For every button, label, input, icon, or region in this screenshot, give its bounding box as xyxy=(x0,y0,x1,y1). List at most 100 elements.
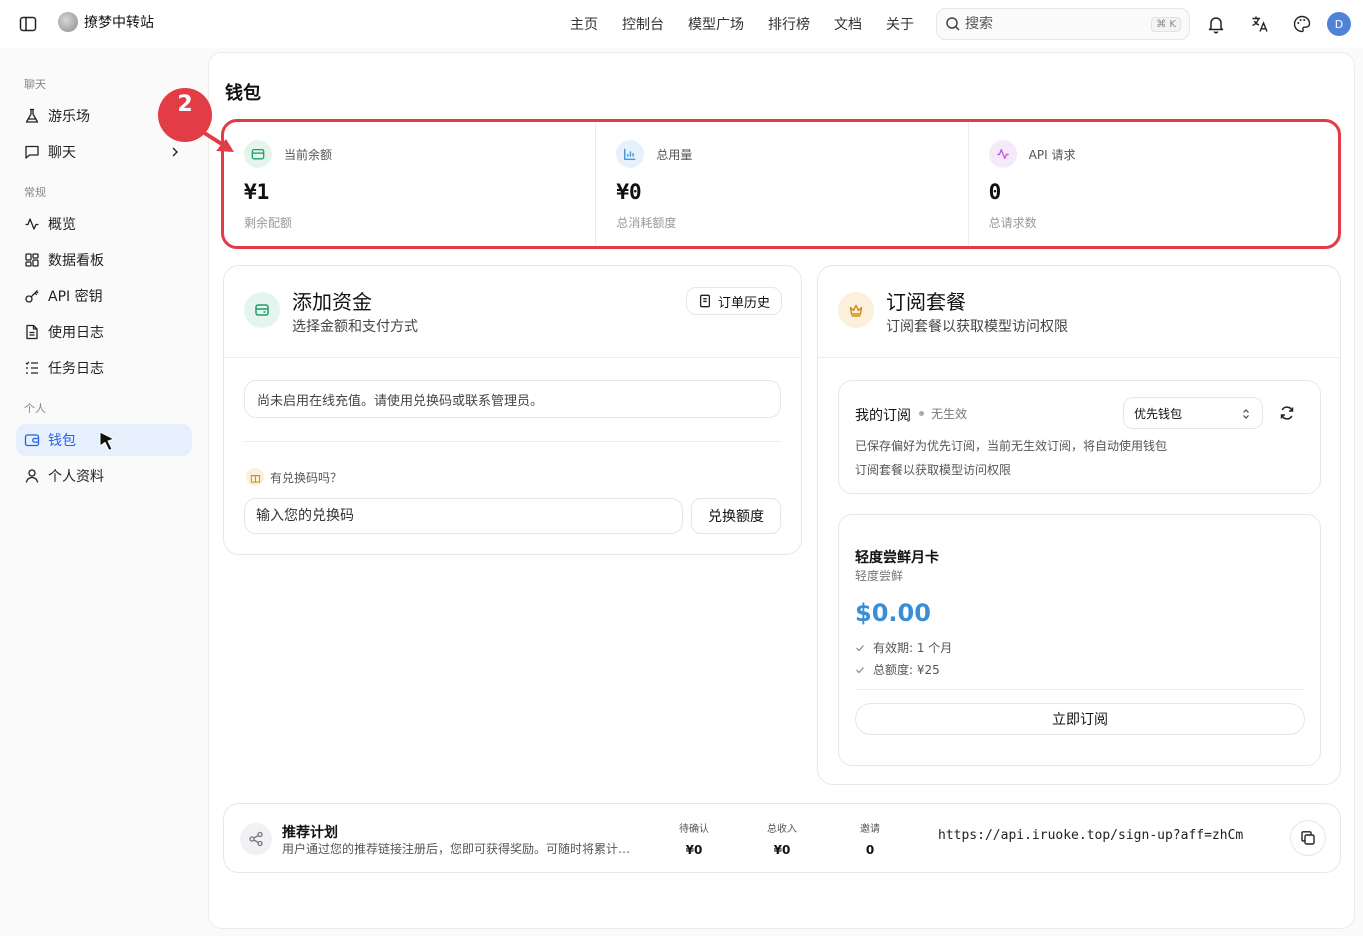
gift-icon xyxy=(246,468,264,486)
stat-usage: 总用量 ¥0 总消耗额度 xyxy=(596,122,969,248)
subscription-card: 订阅套餐 订阅套餐以获取模型访问权限 我的订阅 无生效 优先钱包 已保存偏好为优… xyxy=(817,265,1341,785)
nav-docs[interactable]: 文档 xyxy=(834,14,862,34)
user-avatar[interactable]: D xyxy=(1327,12,1351,36)
card-header: 添加资金 选择金额和支付方式 订单历史 xyxy=(224,266,801,358)
wallet-icon xyxy=(244,140,272,168)
card-header: 订阅套餐 订阅套餐以获取模型访问权限 xyxy=(818,266,1340,358)
sidebar-item-label: 概览 xyxy=(48,217,76,233)
plan-feature: 有效期: 1 个月 xyxy=(855,639,952,656)
referral-link[interactable]: https://api.iruoke.top/sign-up?aff=zhCm xyxy=(938,828,1243,843)
sidebar-item-label: API 密钥 xyxy=(48,289,103,305)
sidebar-item-task-logs[interactable]: 任务日志 xyxy=(16,352,192,384)
stat-value: ¥0 xyxy=(616,180,642,204)
stat-value: 0 xyxy=(988,180,1002,204)
brand[interactable]: 撩梦中转站 xyxy=(58,12,154,32)
translate-icon[interactable] xyxy=(1250,14,1270,34)
sidebar-item-profile[interactable]: 个人资料 xyxy=(16,460,192,492)
nav-models[interactable]: 模型广场 xyxy=(688,14,744,34)
file-icon xyxy=(26,324,38,340)
referral-stat-invites: 邀请 0 xyxy=(860,824,880,857)
redeem-code-input[interactable] xyxy=(244,498,683,534)
nav-console[interactable]: 控制台 xyxy=(622,14,664,34)
refresh-icon[interactable] xyxy=(1279,405,1295,421)
list-icon xyxy=(25,361,38,374)
subscribe-now-button[interactable]: 立即订阅 xyxy=(855,703,1305,735)
stat-sub: 总请求数 xyxy=(988,216,1037,230)
nav-home[interactable]: 主页 xyxy=(570,14,598,34)
card-subtitle: 订阅套餐以获取模型访问权限 xyxy=(886,319,1068,335)
plan-feature: 总额度: ¥25 xyxy=(855,661,940,678)
wallet-icon xyxy=(244,292,280,328)
sidebar: 聊天 游乐场 聊天 常规 概览 数据看板 API 密钥 使用日志 任务日志 个人… xyxy=(0,48,206,936)
sidebar-section-chat: 聊天 xyxy=(24,78,46,91)
activity-icon xyxy=(988,140,1017,168)
stat-label: API 请求 xyxy=(1028,148,1076,162)
referral-stat-pending: 待确认 ¥0 xyxy=(679,824,709,857)
sidebar-item-label: 游乐场 xyxy=(48,109,90,125)
copy-link-button[interactable] xyxy=(1290,820,1326,856)
plan-price: $0.00 xyxy=(855,599,931,627)
referral-card: 推荐计划 用户通过您的推荐链接注册后，您即可获得奖励。可随时将累计奖励转入余额 … xyxy=(223,803,1341,873)
brand-name: 撩梦中转站 xyxy=(84,15,154,31)
main-panel: 钱包 当前余额 ¥1 剩余配额 总用量 ¥0 总消耗额度 API 请求 0 总请… xyxy=(158,52,1355,929)
sidebar-item-api-keys[interactable]: API 密钥 xyxy=(16,280,192,312)
sidebar-item-overview[interactable]: 概览 xyxy=(16,208,192,240)
sidebar-item-playground[interactable]: 游乐场 xyxy=(16,100,192,132)
top-header: 撩梦中转站 主页 控制台 模型广场 排行榜 文档 关于 ⌘ K D xyxy=(0,0,1363,48)
plan-card: 轻度尝鲜月卡 轻度尝鲜 $0.00 有效期: 1 个月 总额度: ¥25 立即订… xyxy=(838,514,1321,766)
crown-icon xyxy=(838,292,874,328)
page-title: 钱包 xyxy=(225,83,261,104)
search-shortcut: ⌘ K xyxy=(1151,16,1181,32)
sidebar-item-usage-logs[interactable]: 使用日志 xyxy=(16,316,192,348)
sidebar-item-label: 钱包 xyxy=(48,433,76,449)
select-value: 优先钱包 xyxy=(1134,406,1183,421)
mouse-cursor-icon xyxy=(99,431,116,452)
search-icon xyxy=(946,17,960,31)
check-icon xyxy=(856,644,864,651)
stat-sub: 总消耗额度 xyxy=(616,216,677,230)
share-icon xyxy=(240,823,272,855)
subscription-status: 无生效 xyxy=(931,407,968,421)
receipt-icon xyxy=(699,294,711,308)
card-title: 添加资金 xyxy=(292,290,372,314)
stat-api-requests: API 请求 0 总请求数 xyxy=(969,122,1340,248)
sidebar-item-label: 数据看板 xyxy=(48,253,104,269)
order-history-button[interactable]: 订单历史 xyxy=(686,287,782,315)
stat-balance: 当前余额 ¥1 剩余配额 xyxy=(224,122,597,248)
check-icon xyxy=(856,666,864,673)
payment-priority-select[interactable]: 优先钱包 xyxy=(1123,397,1263,429)
palette-icon[interactable] xyxy=(1292,14,1312,34)
nav-about[interactable]: 关于 xyxy=(886,14,914,34)
sidebar-item-label: 任务日志 xyxy=(48,361,104,377)
stat-label: 总用量 xyxy=(656,148,693,162)
add-funds-card: 添加资金 选择金额和支付方式 订单历史 尚未启用在线充值。请使用兑换码或联系管理… xyxy=(223,265,802,555)
subscription-desc: 订阅套餐以获取模型访问权限 xyxy=(855,463,1012,477)
recharge-notice: 尚未启用在线充值。请使用兑换码或联系管理员。 xyxy=(244,380,781,418)
referral-stat-income: 总收入 ¥0 xyxy=(767,824,797,857)
top-nav: 主页 控制台 模型广场 排行榜 文档 关于 xyxy=(570,14,938,34)
chat-icon xyxy=(25,145,39,159)
sidebar-item-chat[interactable]: 聊天 xyxy=(16,136,192,168)
card-title: 订阅套餐 xyxy=(886,290,966,314)
sidebar-toggle-icon[interactable] xyxy=(18,14,38,34)
dashboard-icon xyxy=(25,253,39,267)
sidebar-section-personal: 个人 xyxy=(24,402,46,415)
divider xyxy=(855,689,1305,690)
sidebar-item-dashboard[interactable]: 数据看板 xyxy=(16,244,192,276)
wallet-stats: 当前余额 ¥1 剩余配额 总用量 ¥0 总消耗额度 API 请求 0 总请求数 xyxy=(223,121,1341,249)
search-box[interactable]: ⌘ K xyxy=(936,8,1190,40)
plan-subtitle: 轻度尝鲜 xyxy=(855,569,904,583)
bar-chart-icon xyxy=(616,140,645,168)
activity-icon xyxy=(25,218,39,230)
redeem-button[interactable]: 兑换额度 xyxy=(691,498,781,534)
nav-ranking[interactable]: 排行榜 xyxy=(768,14,810,34)
divider xyxy=(244,441,781,442)
card-subtitle: 选择金额和支付方式 xyxy=(292,319,418,335)
search-input[interactable] xyxy=(965,16,1152,32)
bell-icon[interactable] xyxy=(1206,14,1226,34)
referral-description: 用户通过您的推荐链接注册后，您即可获得奖励。可随时将累计奖励转入余额 xyxy=(282,842,634,856)
sidebar-item-label: 聊天 xyxy=(48,145,76,161)
sidebar-section-general: 常规 xyxy=(24,186,46,199)
stat-value: ¥1 xyxy=(244,180,270,204)
key-icon xyxy=(25,290,39,303)
